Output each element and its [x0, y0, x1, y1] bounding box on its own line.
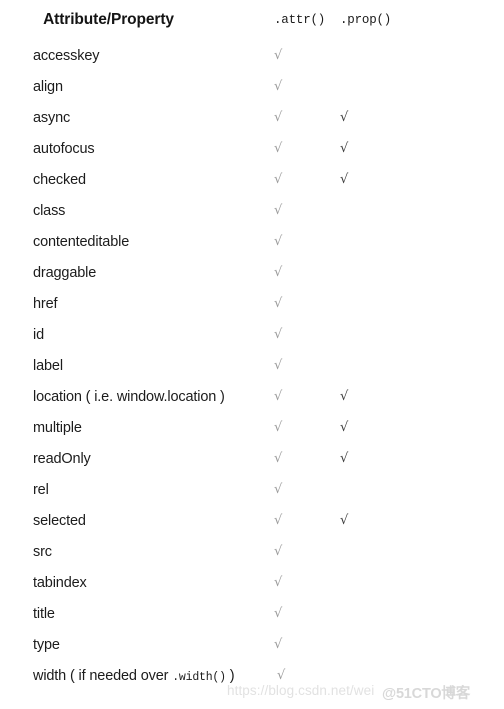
table-row: src √ [0, 536, 504, 567]
cell-attribute-name: label [33, 357, 63, 374]
cell-prop-check: √ [340, 420, 349, 435]
cell-attribute-name: contenteditable [33, 233, 130, 250]
table-row: draggable √ [0, 257, 504, 288]
cell-attribute-name-tail: ) [225, 667, 235, 684]
table-row: align √ [0, 71, 504, 102]
cell-prop-check [338, 288, 504, 319]
cell-prop-check [338, 257, 504, 288]
cell-attribute-name: href [33, 295, 58, 312]
cell-attribute-name: id [33, 326, 44, 343]
cell-prop-check [338, 319, 504, 350]
cell-attribute-name-code: .width() [172, 670, 226, 684]
cell-attr-check: √ [274, 575, 283, 590]
cell-attr-check: √ [274, 358, 283, 373]
cell-attribute-name: draggable [33, 264, 97, 281]
cell-prop-check [338, 40, 504, 71]
table-row: href √ [0, 288, 504, 319]
table-row: width ( if needed over .width() ) √ [0, 660, 504, 691]
table-row: type √ [0, 629, 504, 660]
cell-prop-check [338, 474, 504, 505]
cell-prop-check: √ [340, 389, 349, 404]
table-header: Attribute/Property .attr() .prop() [0, 0, 504, 40]
cell-attr-check: √ [274, 296, 283, 311]
cell-attribute-name: type [33, 636, 60, 653]
cell-attr-check: √ [274, 420, 283, 435]
cell-attribute-name: align [33, 78, 63, 95]
table-row: label √ [0, 350, 504, 381]
cell-prop-check [338, 226, 504, 257]
cell-attribute-name: tabindex [33, 574, 87, 591]
table-body: accesskey √ align √ async √ √ autofocus √ √ checke… [0, 40, 504, 691]
cell-prop-check [338, 350, 504, 381]
header-row: Attribute/Property .attr() .prop() [0, 0, 504, 40]
attribute-property-table: Attribute/Property .attr() .prop() acces… [0, 0, 504, 691]
cell-attr-check: √ [274, 265, 283, 280]
cell-prop-check: √ [340, 141, 349, 156]
cell-attribute-name: multiple [33, 419, 82, 436]
cell-attr-check: √ [274, 482, 283, 497]
cell-attr-check: √ [274, 327, 283, 342]
cell-attr-check: √ [274, 172, 283, 187]
cell-attribute-name: async [33, 109, 71, 126]
cell-attribute-name: title [33, 605, 55, 622]
cell-attr-check: √ [274, 544, 283, 559]
table-row: rel √ [0, 474, 504, 505]
cell-prop-check [338, 660, 504, 691]
table-row: autofocus √ √ [0, 133, 504, 164]
table-row: tabindex √ [0, 567, 504, 598]
cell-prop-check [338, 71, 504, 102]
cell-attr-check: √ [274, 79, 283, 94]
table-row: readOnly √ √ [0, 443, 504, 474]
cell-attr-check: √ [274, 203, 283, 218]
cell-attr-check: √ [274, 234, 283, 249]
cell-attribute-name: location ( i.e. window.location ) [33, 388, 225, 405]
cell-attribute-name: src [33, 543, 52, 560]
table-row: id √ [0, 319, 504, 350]
cell-attribute-name: accesskey [33, 47, 100, 64]
cell-attribute-name: selected [33, 512, 86, 529]
cell-prop-check: √ [340, 451, 349, 466]
cell-prop-check: √ [340, 172, 349, 187]
table-row: accesskey √ [0, 40, 504, 71]
cell-prop-check [338, 567, 504, 598]
cell-attr-check: √ [274, 637, 283, 652]
table-row: selected √ √ [0, 505, 504, 536]
cell-attr-check: √ [274, 451, 283, 466]
cell-prop-check: √ [340, 513, 349, 528]
table-row: checked √ √ [0, 164, 504, 195]
table-row: async √ √ [0, 102, 504, 133]
cell-prop-check [338, 536, 504, 567]
cell-prop-check [338, 598, 504, 629]
cell-prop-check [338, 195, 504, 226]
cell-attr-check: √ [274, 606, 283, 621]
table-row: location ( i.e. window.location ) √ √ [0, 381, 504, 412]
column-header-attribute-property: Attribute/Property [43, 11, 174, 28]
column-header-prop: .prop() [340, 13, 392, 27]
table-row: contenteditable √ [0, 226, 504, 257]
column-header-attr: .attr() [274, 13, 326, 27]
cell-attr-check: √ [274, 48, 283, 63]
cell-prop-check [338, 629, 504, 660]
cell-attribute-name: width ( if needed over .width() ) [33, 667, 235, 684]
table-row: multiple √ √ [0, 412, 504, 443]
cell-attr-check: √ [274, 141, 283, 156]
cell-attribute-name: rel [33, 481, 49, 498]
cell-attr-check: √ [274, 513, 283, 528]
table-row: title √ [0, 598, 504, 629]
cell-attr-check: √ [274, 389, 283, 404]
cell-attr-check: √ [274, 110, 283, 125]
cell-attribute-name: checked [33, 171, 86, 188]
table-row: class √ [0, 195, 504, 226]
cell-attribute-name: autofocus [33, 140, 95, 157]
cell-attribute-name: class [33, 202, 66, 219]
cell-attr-check: √ [277, 668, 286, 683]
cell-attribute-name: readOnly [33, 450, 91, 467]
cell-prop-check: √ [340, 110, 349, 125]
